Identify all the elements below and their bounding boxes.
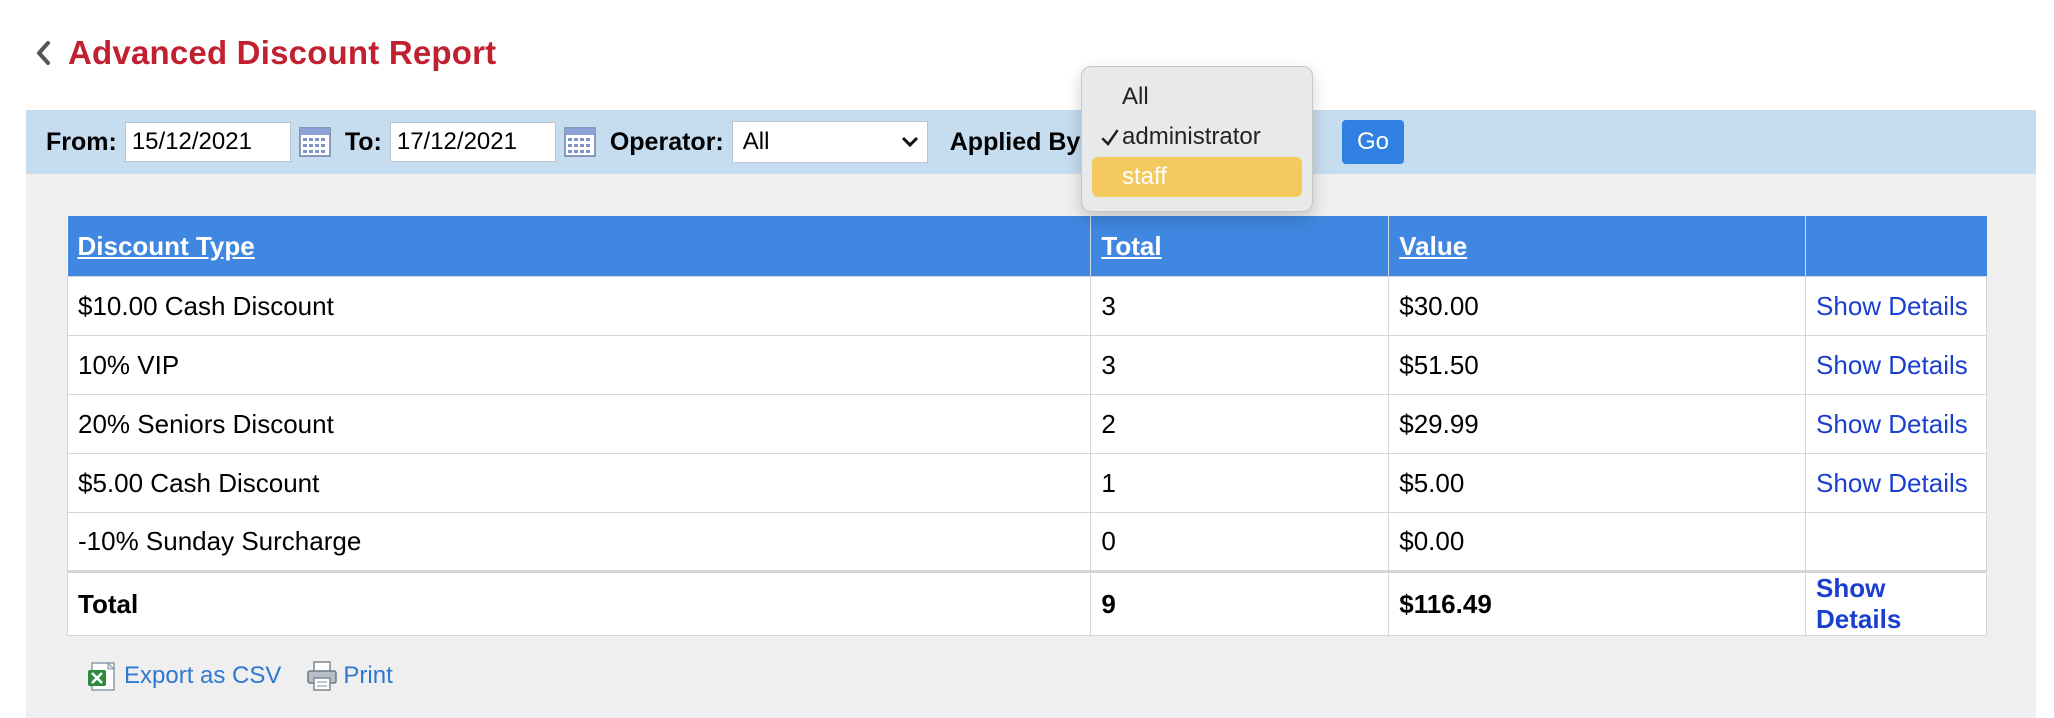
cell-value: $29.99 <box>1388 394 1807 454</box>
printer-icon <box>307 661 338 691</box>
cell-action: Show Details <box>1805 394 1987 454</box>
operator-label: Operator: <box>609 127 724 156</box>
cell-discount-type: 20% Seniors Discount <box>66 394 1092 454</box>
calendar-icon[interactable] <box>564 126 596 158</box>
chevron-left-icon[interactable] <box>30 33 56 73</box>
cell-value: $5.00 <box>1388 453 1807 513</box>
column-header-actions <box>1805 216 1987 277</box>
calendar-icon[interactable] <box>299 126 331 158</box>
cell-total: 2 <box>1090 394 1390 454</box>
report-panel: Discount Type Total Value $10.00 Cash Di… <box>26 174 2036 718</box>
cell-value: $0.00 <box>1388 512 1807 572</box>
cell-total: 3 <box>1090 335 1390 395</box>
export-csv-label: Export as CSV <box>124 662 282 689</box>
show-details-link[interactable]: Show Details <box>1816 350 1968 380</box>
show-details-link[interactable]: Show Details <box>1816 573 1901 634</box>
dropdown-option-administrator[interactable]: administrator <box>1092 117 1302 157</box>
cell-total: 0 <box>1090 512 1390 572</box>
cell-total: 3 <box>1090 276 1390 336</box>
table-row: $10.00 Cash Discount 3 $30.00 Show Detai… <box>66 276 1987 336</box>
cell-total-label: Total <box>66 570 1092 636</box>
show-details-link[interactable]: Show Details <box>1816 291 1968 321</box>
applied-by-label: Applied By <box>949 127 1081 156</box>
cell-discount-type: 10% VIP <box>66 335 1092 395</box>
show-details-link[interactable]: Show Details <box>1816 409 1968 439</box>
cell-discount-type: $5.00 Cash Discount <box>66 453 1092 513</box>
cell-value: $30.00 <box>1388 276 1807 336</box>
operator-select[interactable]: All <box>731 121 928 163</box>
checkmark-icon <box>1101 129 1119 146</box>
print-link[interactable]: Print <box>305 660 393 692</box>
column-header-discount-type[interactable]: Discount Type <box>67 216 1092 277</box>
cell-action: Show Details <box>1805 453 1987 513</box>
chevron-down-icon <box>901 136 918 148</box>
csv-file-icon <box>88 661 116 691</box>
cell-value: $51.50 <box>1388 335 1807 395</box>
cell-discount-type: $10.00 Cash Discount <box>66 276 1092 336</box>
to-date-input[interactable]: 17/12/2021 <box>389 122 556 162</box>
column-header-total[interactable]: Total <box>1090 216 1390 277</box>
table-row: 20% Seniors Discount 2 $29.99 Show Detai… <box>66 394 1987 454</box>
cell-action: Show Details <box>1805 570 1987 636</box>
cell-total: 1 <box>1090 453 1390 513</box>
filter-bar: From: 15/12/2021 To: 17/12/2021 Operator… <box>26 110 2036 174</box>
table-total-row: Total 9 $116.49 Show Details <box>66 570 1987 636</box>
dropdown-option-all[interactable]: All <box>1092 77 1302 117</box>
print-label: Print <box>343 662 393 689</box>
to-label: To: <box>344 127 382 156</box>
show-details-link[interactable]: Show Details <box>1816 468 1968 498</box>
column-header-value[interactable]: Value <box>1388 216 1807 277</box>
table-row: 10% VIP 3 $51.50 Show Details <box>66 335 1987 395</box>
applied-by-dropdown: All administrator staff <box>1081 66 1313 212</box>
discount-table: Discount Type Total Value $10.00 Cash Di… <box>66 216 1987 636</box>
table-row: $5.00 Cash Discount 1 $5.00 Show Details <box>66 453 1987 513</box>
export-csv-link[interactable]: Export as CSV <box>86 660 281 692</box>
title-row: Advanced Discount Report <box>30 28 496 78</box>
cell-action: Show Details <box>1805 335 1987 395</box>
from-date-input[interactable]: 15/12/2021 <box>124 122 291 162</box>
cell-action <box>1805 512 1987 572</box>
cell-total-count: 9 <box>1090 570 1390 636</box>
table-header-row: Discount Type Total Value <box>67 216 1987 277</box>
from-label: From: <box>46 127 117 156</box>
operator-select-value: All <box>742 128 770 155</box>
cell-total-value: $116.49 <box>1388 570 1807 636</box>
table-row: -10% Sunday Surcharge 0 $0.00 <box>66 512 1987 572</box>
cell-discount-type: -10% Sunday Surcharge <box>66 512 1092 572</box>
footer-links: Export as CSV Print <box>86 660 417 692</box>
cell-action: Show Details <box>1805 276 1987 336</box>
dropdown-option-staff[interactable]: staff <box>1092 157 1302 197</box>
page-title: Advanced Discount Report <box>68 34 497 71</box>
go-button[interactable]: Go <box>1342 120 1404 164</box>
